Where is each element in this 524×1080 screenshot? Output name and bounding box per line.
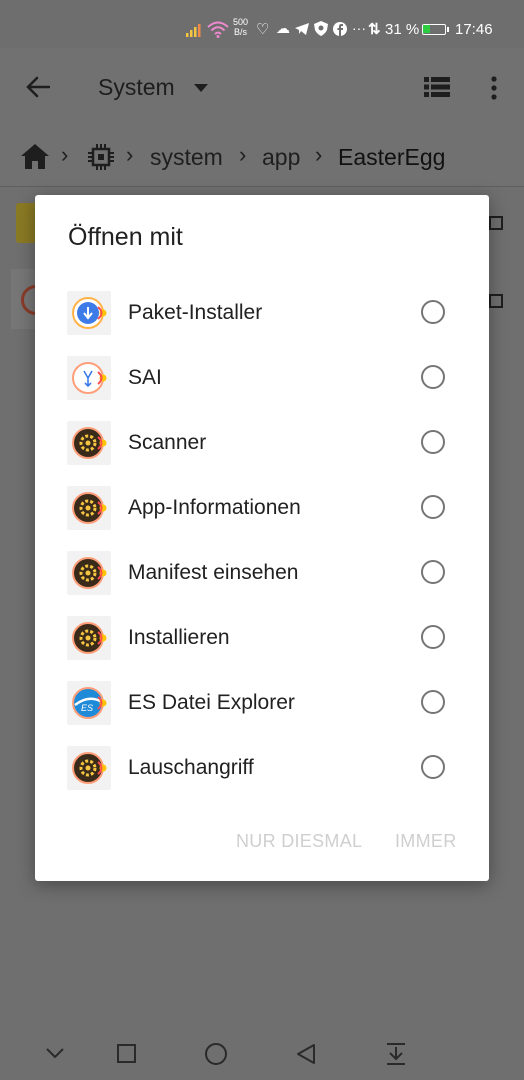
always-button[interactable]: IMMER xyxy=(395,831,457,852)
gear-app-icon xyxy=(67,551,111,595)
open-with-dialog: Öffnen mit Paket-Installer SAI Scanner A… xyxy=(35,195,489,881)
list-view-icon[interactable] xyxy=(424,77,450,97)
breadcrumb-item-system[interactable]: system xyxy=(150,144,223,171)
status-bar: 500 B/s ♡ ☁ ··· ⇅ 31 % 17:46 xyxy=(0,0,524,48)
dropdown-arrow-icon[interactable] xyxy=(194,84,208,92)
data-transfer-icon: ⇅ xyxy=(368,21,381,38)
more-options-icon[interactable] xyxy=(490,76,498,100)
facebook-icon xyxy=(333,22,347,36)
option-label: Paket-Installer xyxy=(128,301,263,324)
radio-button[interactable] xyxy=(421,300,445,324)
just-once-button[interactable]: NUR DIESMAL xyxy=(236,831,362,852)
recent-apps-icon[interactable] xyxy=(117,1044,136,1063)
option-manifest-einsehen[interactable]: Manifest einsehen xyxy=(35,541,489,606)
option-paket-installer[interactable]: Paket-Installer xyxy=(35,281,489,346)
option-lauschangriff[interactable]: Lauschangriff xyxy=(35,736,489,801)
app-bar: System xyxy=(0,48,524,130)
net-speed-value: 500 xyxy=(233,17,249,27)
radio-button[interactable] xyxy=(421,430,445,454)
radio-button[interactable] xyxy=(421,560,445,584)
shield-icon xyxy=(314,21,328,36)
hide-nav-chevron-icon[interactable] xyxy=(46,1048,64,1058)
option-label: Scanner xyxy=(128,431,207,454)
chevron-right-icon: › xyxy=(239,142,247,167)
option-label: App-Informationen xyxy=(128,496,301,519)
option-installieren[interactable]: Installieren xyxy=(35,606,489,671)
checkbox[interactable] xyxy=(489,216,503,230)
option-es-datei-explorer[interactable]: ES ES Datei Explorer xyxy=(35,671,489,736)
breadcrumb-item-app[interactable]: app xyxy=(262,144,300,171)
chevron-right-icon: › xyxy=(61,142,69,167)
telegram-icon xyxy=(295,23,309,35)
signal-icon xyxy=(186,24,201,37)
net-speed-unit: B/s xyxy=(234,27,248,37)
option-label: Lauschangriff xyxy=(128,756,254,779)
package-installer-icon xyxy=(67,291,111,335)
battery-icon xyxy=(422,24,446,35)
more-notifications-icon: ··· xyxy=(352,20,366,36)
breadcrumb-item-easteregg[interactable]: EasterEgg xyxy=(338,144,445,171)
option-label: Manifest einsehen xyxy=(128,561,299,584)
home-icon[interactable] xyxy=(21,144,49,169)
option-scanner[interactable]: Scanner xyxy=(35,411,489,476)
radio-button[interactable] xyxy=(421,690,445,714)
chevron-right-icon: › xyxy=(126,142,134,167)
back-button-icon[interactable] xyxy=(296,1043,316,1065)
battery-tip xyxy=(447,27,449,32)
cloud-icon: ☁ xyxy=(276,20,290,36)
option-label: ES Datei Explorer xyxy=(128,691,295,714)
navigation-bar xyxy=(0,1020,524,1080)
gear-app-icon xyxy=(67,421,111,465)
radio-button[interactable] xyxy=(421,495,445,519)
storage-title[interactable]: System xyxy=(98,74,175,101)
sai-icon xyxy=(67,356,111,400)
option-label: SAI xyxy=(128,366,162,389)
clock: 17:46 xyxy=(455,21,493,38)
chevron-right-icon: › xyxy=(315,142,323,167)
option-label: Installieren xyxy=(128,626,230,649)
wifi-icon xyxy=(207,21,229,38)
notification-pulldown-icon[interactable] xyxy=(386,1043,406,1065)
option-app-informationen[interactable]: App-Informationen xyxy=(35,476,489,541)
gear-app-icon xyxy=(67,486,111,530)
option-sai[interactable]: SAI xyxy=(35,346,489,411)
radio-button[interactable] xyxy=(421,625,445,649)
chip-icon[interactable] xyxy=(88,144,114,170)
breadcrumb: › › system › app › EasterEgg xyxy=(0,130,524,187)
dialog-title: Öffnen mit xyxy=(68,223,183,251)
checkbox[interactable] xyxy=(489,294,503,308)
net-speed: 500 B/s xyxy=(233,17,248,37)
back-arrow-icon[interactable] xyxy=(26,76,50,98)
heart-icon: ♡ xyxy=(256,21,270,38)
es-explorer-icon: ES xyxy=(67,681,111,725)
gear-app-icon xyxy=(67,616,111,660)
radio-button[interactable] xyxy=(421,755,445,779)
battery-percent: 31 % xyxy=(385,21,420,38)
gear-app-icon xyxy=(67,746,111,790)
home-button-icon[interactable] xyxy=(205,1043,227,1065)
radio-button[interactable] xyxy=(421,365,445,389)
svg-text:ES: ES xyxy=(81,703,93,713)
apk-file-icon[interactable] xyxy=(11,269,51,329)
